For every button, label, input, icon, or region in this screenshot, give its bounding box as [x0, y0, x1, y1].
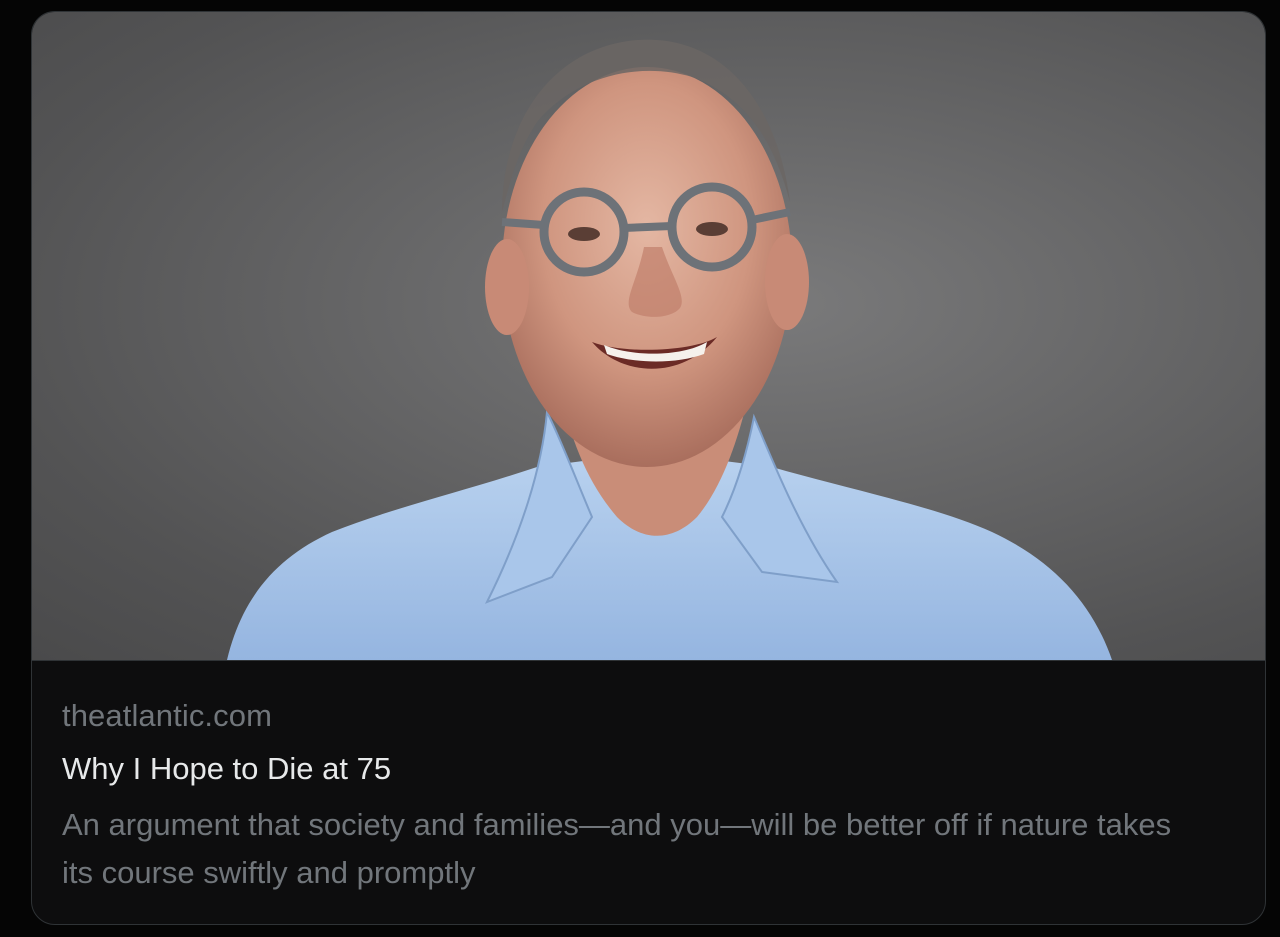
link-card-text: theatlantic.com Why I Hope to Die at 75 … [62, 696, 1235, 897]
portrait-illustration [227, 39, 1112, 660]
link-description: An argument that society and families—an… [62, 807, 1172, 890]
link-domain[interactable]: theatlantic.com [62, 696, 1235, 736]
link-title[interactable]: Why I Hope to Die at 75 [62, 749, 1235, 789]
link-preview-card[interactable]: theatlantic.com Why I Hope to Die at 75 … [31, 11, 1266, 925]
article-image[interactable] [32, 12, 1265, 660]
card-divider [32, 660, 1265, 661]
